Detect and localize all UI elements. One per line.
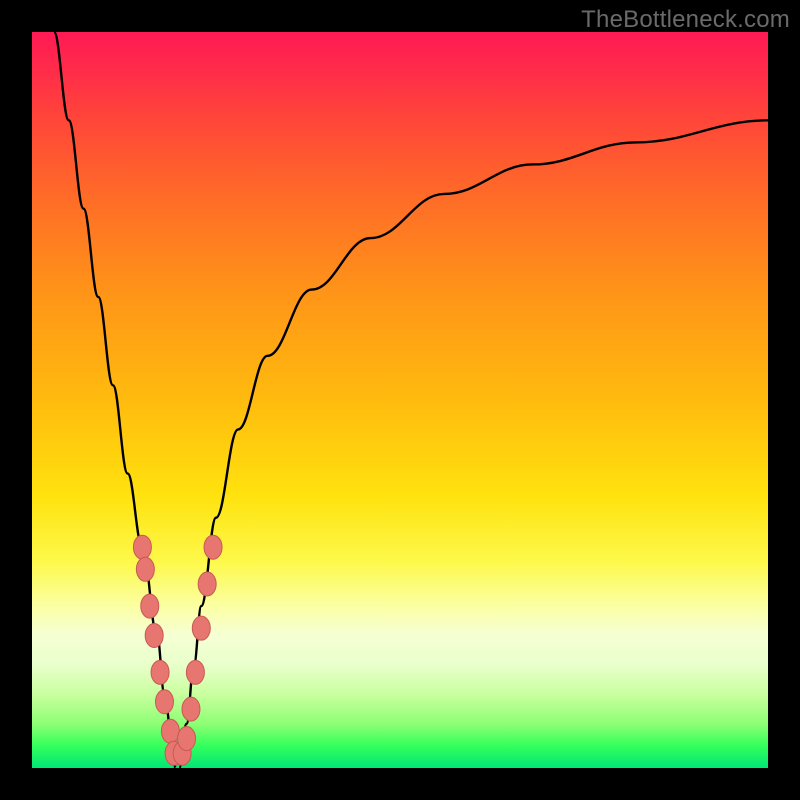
data-marker: [178, 727, 196, 751]
data-marker: [133, 535, 151, 559]
chart-frame: TheBottleneck.com: [0, 0, 800, 800]
curves-svg: [32, 32, 768, 768]
plot-area: [32, 32, 768, 768]
data-marker: [182, 697, 200, 721]
data-marker: [141, 594, 159, 618]
curve-group: [54, 32, 768, 768]
data-marker: [136, 557, 154, 581]
data-marker: [192, 616, 210, 640]
right-branch-curve: [179, 120, 768, 768]
data-marker: [186, 660, 204, 684]
left-branch-curve: [54, 32, 175, 768]
data-marker: [155, 690, 173, 714]
data-marker: [198, 572, 216, 596]
data-marker: [151, 660, 169, 684]
data-marker: [161, 719, 179, 743]
data-marker: [204, 535, 222, 559]
data-marker: [145, 624, 163, 648]
watermark-text: TheBottleneck.com: [581, 6, 790, 34]
